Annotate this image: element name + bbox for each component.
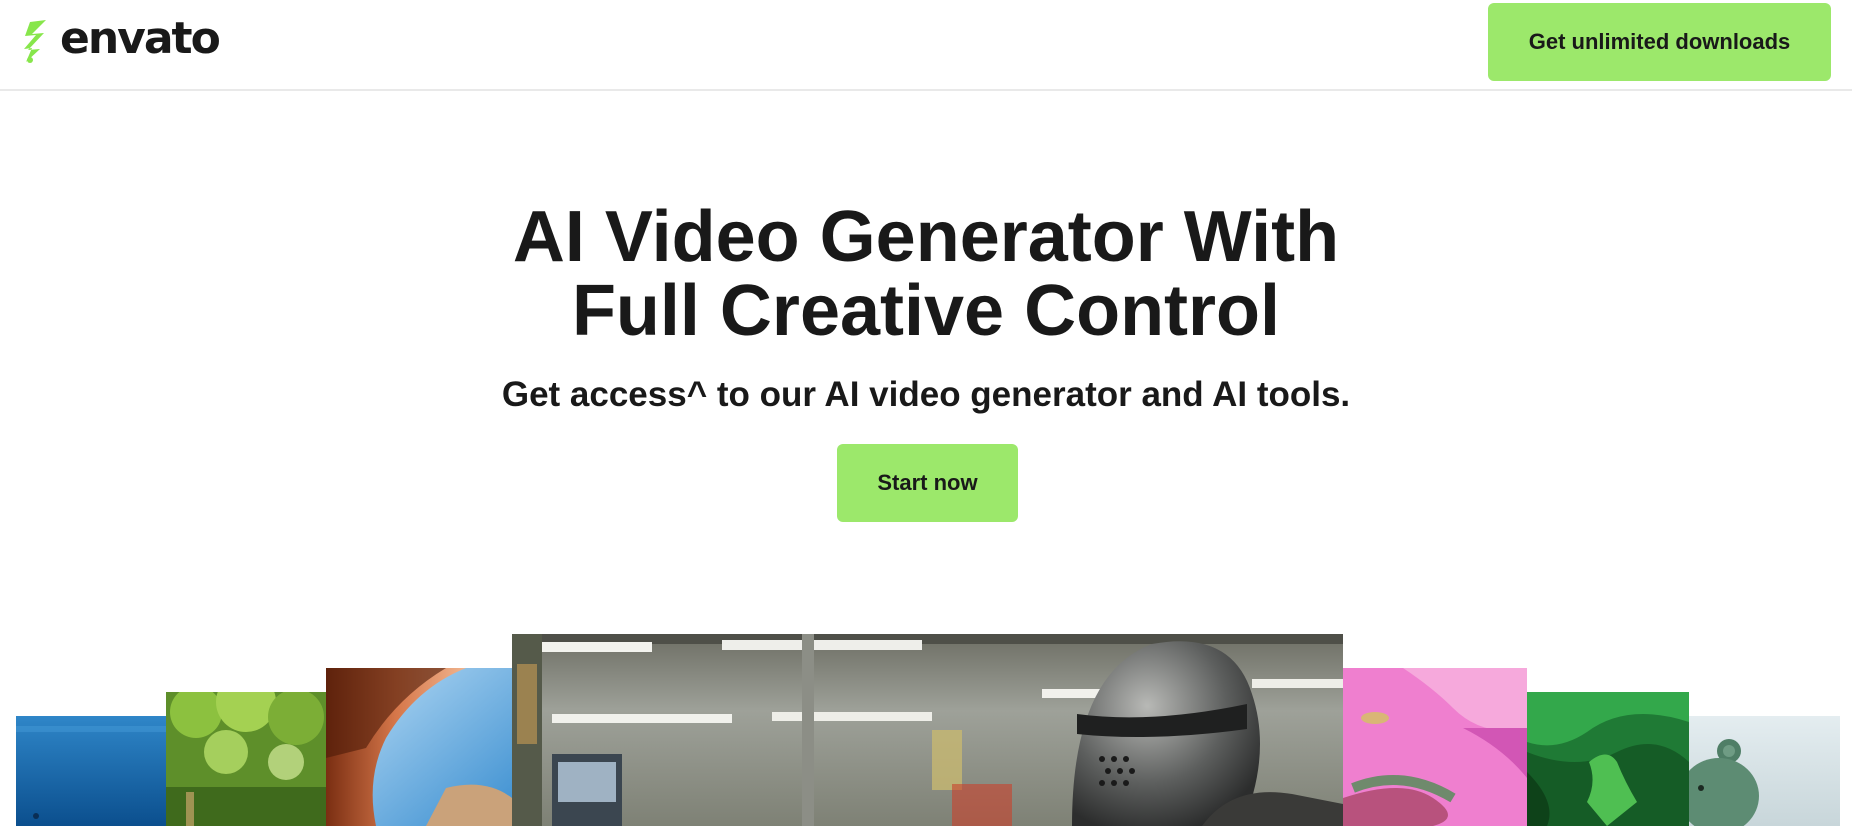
page-title: AI Video Generator With Full Creative Co… bbox=[0, 200, 1852, 348]
envato-logo[interactable]: envato bbox=[22, 13, 221, 64]
get-unlimited-downloads-button[interactable]: Get unlimited downloads bbox=[1488, 3, 1831, 81]
ocean-thumbnail-image bbox=[16, 716, 166, 826]
logo-wordmark: envato bbox=[60, 13, 221, 64]
hero-subtitle: Get access^ to our AI video generator an… bbox=[501, 375, 1351, 414]
title-line-2: Full Creative Control bbox=[571, 271, 1281, 351]
title-line-1: AI Video Generator With bbox=[512, 197, 1340, 277]
gallery-tile-desert-arch[interactable] bbox=[326, 668, 512, 826]
green-paper-thumbnail-image bbox=[1527, 692, 1689, 826]
site-header: envato Get unlimited downloads bbox=[0, 0, 1852, 91]
pink-snake-thumbnail-image bbox=[1343, 668, 1527, 826]
toy-bear-thumbnail-image bbox=[1689, 716, 1840, 826]
gallery-tile-ocean[interactable] bbox=[16, 716, 166, 826]
gallery-tile-green-paper[interactable] bbox=[1527, 692, 1689, 826]
gallery-tile-toy-bear[interactable] bbox=[1689, 716, 1840, 826]
desert-arch-thumbnail-image bbox=[326, 668, 512, 826]
envato-leaf-icon bbox=[24, 20, 46, 63]
gallery-tile-pink-snake[interactable] bbox=[1343, 668, 1527, 826]
gallery-tile-forest[interactable] bbox=[166, 692, 326, 826]
gallery-tile-knight-supermarket[interactable] bbox=[512, 634, 1343, 826]
start-now-button[interactable]: Start now bbox=[837, 444, 1018, 522]
forest-thumbnail-image bbox=[166, 692, 326, 826]
knight-thumbnail-image bbox=[512, 634, 1343, 826]
